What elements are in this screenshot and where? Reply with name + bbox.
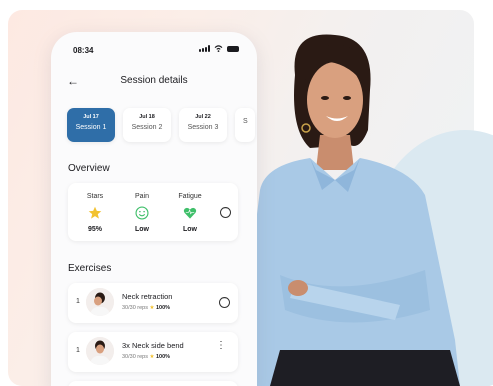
- stat-pain: Pain Low: [117, 193, 167, 233]
- more-options-icon[interactable]: ⋮: [216, 341, 226, 351]
- promo-canvas: 08:34 ← Session details Jul 17 Session 1…: [0, 0, 493, 386]
- stat-value: Low: [183, 226, 197, 233]
- exercise-item-2[interactable]: 1 3x Neck side bend 30/30 reps ★ 100% ⋮: [68, 332, 238, 372]
- session-tab-2[interactable]: Jul 18 Session 2: [123, 108, 171, 142]
- session-date: Jul 18: [139, 114, 155, 120]
- exercise-number: 1: [76, 298, 80, 305]
- exercise-name: Neck retraction: [122, 292, 173, 301]
- exercise-reps: 30/30 reps: [122, 305, 148, 311]
- wifi-icon: [214, 45, 223, 52]
- star-icon: [88, 206, 102, 219]
- phone-mockup: 08:34 ← Session details Jul 17 Session 1…: [51, 32, 257, 386]
- page-title: Session details: [120, 75, 188, 86]
- comment-icon[interactable]: [220, 205, 231, 218]
- stat-label: Stars: [86, 193, 104, 200]
- overview-card: Stars 95% Pain Low Fatigue Low: [68, 183, 238, 241]
- stat-value: 95%: [87, 226, 102, 233]
- exercise-item-3[interactable]: [68, 381, 238, 386]
- exercise-score: 100%: [156, 305, 171, 311]
- exercise-meta: 30/30 reps ★ 100%: [122, 305, 170, 311]
- comment-icon[interactable]: [219, 295, 230, 308]
- star-icon: ★: [149, 354, 155, 360]
- battery-icon: [227, 45, 239, 52]
- session-tab-3[interactable]: Jul 22 Session 3: [179, 108, 227, 142]
- exercise-number: 1: [76, 347, 80, 354]
- session-tab-4[interactable]: S: [235, 108, 255, 142]
- star-icon: ★: [149, 305, 155, 311]
- exercise-thumbnail: [86, 288, 114, 316]
- exercise-reps: 30/30 reps: [122, 354, 148, 360]
- exercise-name: 3x Neck side bend: [122, 341, 184, 350]
- heart-icon: [183, 207, 197, 219]
- signal-icon: [199, 45, 210, 52]
- exercise-meta: 30/30 reps ★ 100%: [122, 354, 170, 360]
- stat-fatigue: Fatigue Low: [165, 193, 215, 233]
- session-label: Session 3: [187, 124, 219, 131]
- stat-stars: Stars 95%: [70, 193, 120, 233]
- session-date: Jul 17: [83, 114, 99, 120]
- smiley-icon: [135, 206, 149, 220]
- status-time: 08:34: [73, 46, 94, 55]
- session-label: S: [243, 118, 248, 125]
- session-date: Jul 22: [195, 114, 211, 120]
- session-tabs: Jul 17 Session 1 Jul 18 Session 2 Jul 22…: [67, 108, 255, 142]
- session-tab-1[interactable]: Jul 17 Session 1: [67, 108, 115, 142]
- exercise-item-1[interactable]: 1 Neck retraction 30/30 reps ★ 100%: [68, 283, 238, 323]
- stat-value: Low: [135, 226, 149, 233]
- exercise-score: 100%: [156, 354, 171, 360]
- status-icons: [199, 45, 239, 52]
- overview-heading: Overview: [68, 163, 110, 174]
- woman-photo: [250, 34, 460, 386]
- session-label: Session 2: [131, 124, 163, 131]
- stat-label: Fatigue: [178, 193, 202, 200]
- session-label: Session 1: [75, 124, 107, 131]
- stat-label: Pain: [134, 193, 149, 200]
- exercises-heading: Exercises: [68, 263, 112, 274]
- exercise-thumbnail: [86, 337, 114, 365]
